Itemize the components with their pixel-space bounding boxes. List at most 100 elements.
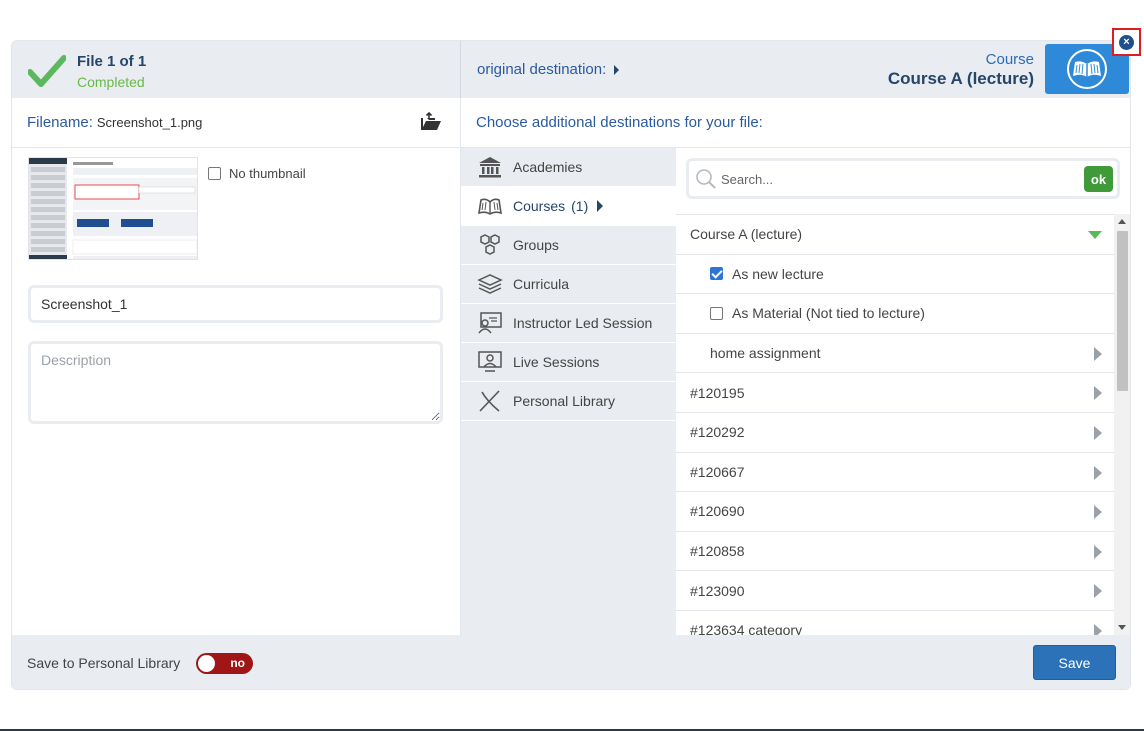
- expand-down-icon[interactable]: [1088, 231, 1102, 239]
- expand-right-icon[interactable]: [1094, 425, 1102, 440]
- tree-row[interactable]: #120195: [676, 373, 1114, 413]
- tree-row-label: As Material (Not tied to lecture): [732, 305, 925, 322]
- nav-item-curricula[interactable]: Curricula: [461, 265, 676, 304]
- no-thumbnail-label: No thumbnail: [229, 166, 306, 181]
- nav-item-live-sessions[interactable]: Live Sessions: [461, 343, 676, 382]
- expand-right-icon[interactable]: [1094, 346, 1102, 361]
- courses-count: (1): [571, 198, 589, 214]
- file-status-panel: File 1 of 1 Completed: [12, 41, 461, 98]
- tree-row[interactable]: As Material (Not tied to lecture): [676, 294, 1114, 334]
- nav-item-personal-library[interactable]: Personal Library: [461, 382, 676, 421]
- original-destination-link[interactable]: original destination:: [477, 61, 620, 78]
- close-icon[interactable]: ×: [1119, 35, 1134, 50]
- personal-library-icon: [479, 390, 500, 412]
- course-type: Course: [985, 51, 1034, 68]
- expand-right-icon[interactable]: [1094, 505, 1102, 520]
- checkbox[interactable]: [710, 306, 723, 320]
- screenshot-thumbnail-image: [29, 158, 197, 259]
- destination-category-nav: Academies Courses (1) Groups Curricula I…: [461, 148, 676, 635]
- save-library-toggle[interactable]: no: [196, 653, 253, 674]
- checked-checkbox[interactable]: [710, 267, 723, 281]
- tree-row[interactable]: home assignment: [676, 334, 1114, 374]
- search-ok-button[interactable]: ok: [1084, 166, 1113, 192]
- file-name-input[interactable]: [28, 285, 443, 323]
- open-folder-icon[interactable]: [420, 112, 442, 132]
- tree-row-label: #120858: [690, 543, 745, 560]
- expand-right-icon[interactable]: [1094, 623, 1102, 635]
- scroll-thumb[interactable]: [1117, 231, 1128, 391]
- tree-row[interactable]: #120292: [676, 413, 1114, 453]
- expand-right-icon[interactable]: [1094, 465, 1102, 480]
- nav-label-live-sessions: Live Sessions: [513, 354, 600, 370]
- caret-right-icon: [614, 64, 620, 75]
- live-session-icon: [478, 351, 502, 372]
- caret-right-icon: [597, 200, 604, 212]
- file-thumbnail: [28, 157, 198, 260]
- save-library-label: Save to Personal Library: [27, 655, 181, 671]
- curricula-icon: [477, 274, 503, 294]
- nav-label-instructor-led-session: Instructor Led Session: [513, 315, 653, 331]
- tree-scrollbar[interactable]: [1114, 214, 1130, 635]
- file-details-panel: Filename: Screenshot_1.png No thumbnail …: [12, 98, 459, 635]
- book-icon: [478, 198, 502, 215]
- expand-right-icon[interactable]: [1094, 584, 1102, 599]
- tree-row[interactable]: #120858: [676, 532, 1114, 572]
- search-icon: [696, 169, 716, 189]
- dialog-header: File 1 of 1 Completed original destinati…: [12, 41, 1130, 98]
- groups-icon: [480, 234, 500, 255]
- tree-row-label: home assignment: [710, 345, 821, 362]
- tree-row[interactable]: As new lecture: [676, 255, 1114, 295]
- expand-right-icon[interactable]: [1094, 386, 1102, 401]
- no-thumbnail-checkbox[interactable]: [208, 167, 221, 180]
- tree-row-label: #120690: [690, 503, 745, 520]
- tree-row[interactable]: #120667: [676, 453, 1114, 493]
- expand-right-icon[interactable]: [1094, 544, 1102, 559]
- nav-label-groups: Groups: [513, 237, 559, 253]
- tree-row[interactable]: #120690: [676, 492, 1114, 532]
- file-status: Completed: [77, 74, 145, 90]
- course-name: Course A (lecture): [887, 69, 1034, 88]
- tree-row-label: #123634 category: [690, 622, 803, 635]
- dialog-footer: Save to Personal Library no Save: [12, 635, 1130, 689]
- filename-label-text: Filename:: [27, 114, 93, 131]
- academy-icon: [479, 157, 501, 178]
- destinations-title: Choose additional destinations for your …: [476, 114, 763, 131]
- nav-item-academies[interactable]: Academies: [461, 148, 676, 187]
- open-book-icon: [1067, 49, 1107, 89]
- nav-label-courses: Courses: [513, 198, 566, 214]
- filename-row: Filename: Screenshot_1.png: [12, 98, 459, 148]
- scroll-down-icon[interactable]: [1118, 625, 1126, 630]
- file-count: File 1 of 1: [77, 53, 147, 70]
- upload-dialog: File 1 of 1 Completed original destinati…: [11, 40, 1131, 690]
- nav-label-academies: Academies: [513, 159, 583, 175]
- filename-value: Screenshot_1.png: [96, 115, 203, 130]
- description-input[interactable]: [28, 341, 443, 424]
- destinations-title-row: Choose additional destinations for your …: [461, 98, 1130, 148]
- toggle-knob: [198, 655, 215, 672]
- nav-item-courses[interactable]: Courses (1): [461, 187, 676, 226]
- tree-row-label: #120292: [690, 424, 745, 441]
- nav-item-groups[interactable]: Groups: [461, 226, 676, 265]
- destination-tree: Course A (lecture) As new lecture As Mater…: [676, 214, 1114, 635]
- no-thumbnail-option[interactable]: No thumbnail: [208, 166, 306, 181]
- tree-row-label: Course A (lecture): [690, 226, 803, 243]
- save-button[interactable]: Save: [1033, 645, 1116, 680]
- destinations-panel: Choose additional destinations for your …: [460, 98, 1130, 635]
- tree-row-label: As new lecture: [732, 265, 824, 282]
- filename-label: Filename: Screenshot_1.png: [27, 114, 202, 131]
- tree-row-label: #123090: [690, 582, 745, 599]
- close-button[interactable]: ×: [1112, 28, 1141, 56]
- destination-list-area: ok Course A (lecture) As new lecture As Ma…: [676, 148, 1130, 635]
- search-input[interactable]: [719, 167, 1059, 191]
- tree-row-label: #120667: [690, 463, 745, 480]
- scroll-up-icon[interactable]: [1118, 219, 1126, 224]
- tree-row[interactable]: #123634 category: [676, 611, 1114, 635]
- tree-row[interactable]: #123090: [676, 571, 1114, 611]
- check-icon: [28, 55, 66, 87]
- nav-item-instructor-led-session[interactable]: Instructor Led Session: [461, 304, 676, 343]
- search-box: ok: [686, 158, 1120, 199]
- tree-row-label: #120195: [690, 384, 745, 401]
- original-destination-label: original destination:: [477, 61, 607, 78]
- tree-row[interactable]: Course A (lecture): [676, 215, 1114, 255]
- toggle-label: no: [230, 656, 245, 670]
